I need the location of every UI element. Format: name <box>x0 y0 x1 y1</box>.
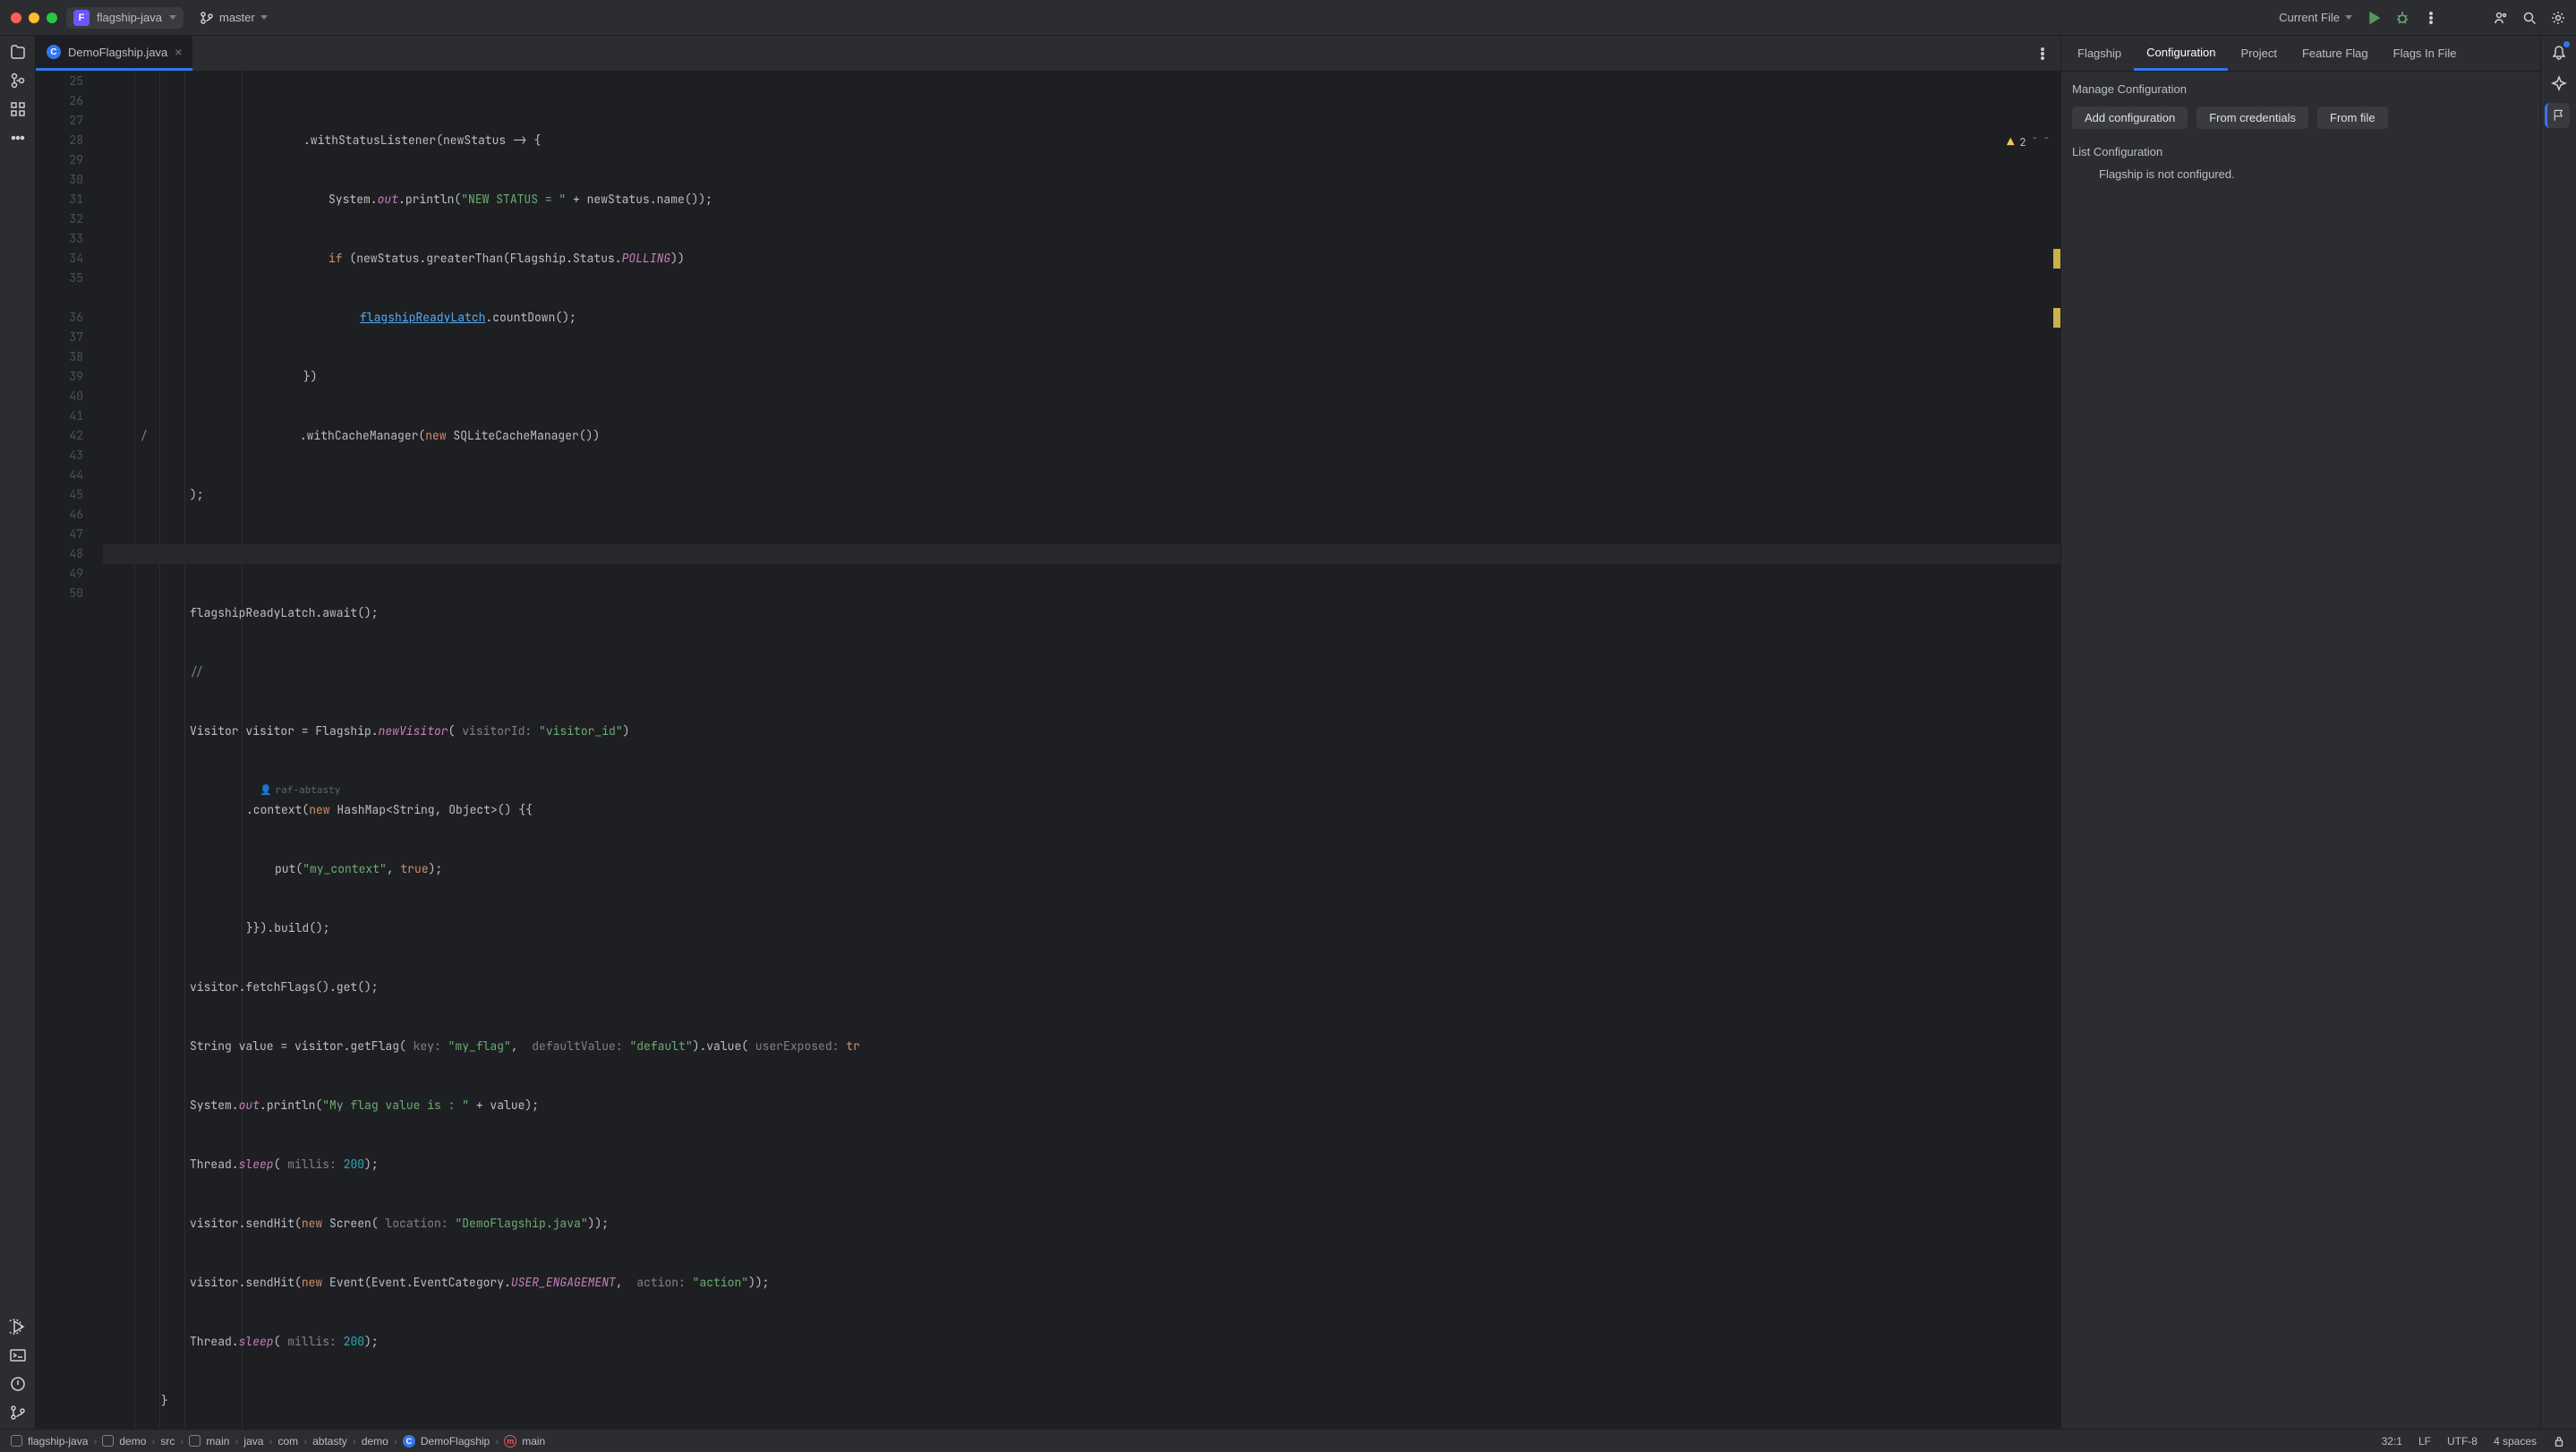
project-selector[interactable]: F flagship-java <box>66 7 183 29</box>
from-credentials-button[interactable]: From credentials <box>2196 107 2308 129</box>
run-config-label: Current File <box>2279 11 2340 24</box>
file-encoding[interactable]: UTF-8 <box>2447 1435 2478 1448</box>
tool-tab[interactable]: Flags In File <box>2381 36 2469 71</box>
right-tool-rail <box>2540 36 2576 1429</box>
notifications-icon[interactable] <box>2550 43 2568 64</box>
line-gutter: 2526272829303132333435363738394041424344… <box>36 72 103 1429</box>
indent-setting[interactable]: 4 spaces <box>2494 1435 2537 1448</box>
author-hint[interactable]: 👤raf-abtasty <box>103 781 340 800</box>
window-controls <box>11 13 57 23</box>
list-config-header: List Configuration <box>2072 140 2529 158</box>
chevron-up-icon[interactable]: ˆ <box>2032 132 2038 152</box>
cursor-line <box>103 544 2060 564</box>
branch-name: master <box>219 11 255 24</box>
terminal-tool-icon[interactable] <box>9 1346 27 1364</box>
line-separator[interactable]: LF <box>2418 1435 2431 1448</box>
cursor-position[interactable]: 32:1 <box>2382 1435 2402 1448</box>
services-tool-icon[interactable] <box>9 1318 27 1336</box>
add-configuration-button[interactable]: Add configuration <box>2072 107 2188 129</box>
manage-config-header: Manage Configuration <box>2072 79 2529 99</box>
maximize-window[interactable] <box>47 13 57 23</box>
ai-assistant-icon[interactable] <box>2550 74 2568 92</box>
status-bar: flagship-java›demo›src›main›java›com›abt… <box>0 1429 2576 1452</box>
warning-icon: ▲ <box>2007 132 2014 152</box>
more-icon[interactable] <box>2035 47 2050 61</box>
commit-tool-icon[interactable] <box>9 72 27 90</box>
from-file-button[interactable]: From file <box>2317 107 2388 129</box>
project-tool-icon[interactable] <box>9 43 27 61</box>
close-window[interactable] <box>11 13 21 23</box>
chevron-down-icon <box>169 15 176 20</box>
minimize-window[interactable] <box>29 13 39 23</box>
tab-close-icon[interactable]: × <box>175 45 182 59</box>
vcs-change-marker[interactable] <box>2053 308 2060 328</box>
chevron-down-icon <box>2345 15 2352 20</box>
tool-tab[interactable]: Flagship <box>2065 36 2134 71</box>
structure-tool-icon[interactable] <box>9 100 27 118</box>
editor-tabs: C DemoFlagship.java × <box>36 36 2060 72</box>
chevron-down-icon <box>260 15 268 20</box>
search-icon[interactable] <box>2522 11 2537 25</box>
titlebar: F flagship-java master Current File <box>0 0 2576 36</box>
editor-tab[interactable]: C DemoFlagship.java × <box>36 36 192 71</box>
settings-icon[interactable] <box>2551 11 2565 25</box>
code-with-me-icon[interactable] <box>2494 11 2508 25</box>
vcs-change-marker[interactable] <box>2053 249 2060 269</box>
problems-tool-icon[interactable] <box>9 1375 27 1393</box>
code-content[interactable]: .withStatusListener(newStatus -> { ▲ 2 ˆ… <box>103 72 2060 1429</box>
branch-icon <box>200 11 214 25</box>
run-icon[interactable] <box>2367 11 2381 25</box>
flagship-tool-button[interactable] <box>2545 103 2570 128</box>
more-tools-icon[interactable] <box>9 129 27 147</box>
empty-state-message: Flagship is not configured. <box>2072 158 2529 181</box>
project-name: flagship-java <box>97 11 162 24</box>
tab-filename: DemoFlagship.java <box>68 46 167 59</box>
tool-tab[interactable]: Configuration <box>2134 36 2228 71</box>
tool-tabs: FlagshipConfigurationProjectFeature Flag… <box>2061 36 2540 72</box>
project-icon: F <box>73 10 90 26</box>
debug-icon[interactable] <box>2395 11 2410 25</box>
vcs-tool-icon[interactable] <box>9 1404 27 1422</box>
inspection-widget[interactable]: ▲ 2 ˆ ˇ <box>2007 132 2050 152</box>
flagship-tool-window: FlagshipConfigurationProjectFeature Flag… <box>2061 36 2540 1429</box>
warning-count: 2 <box>2019 132 2026 152</box>
left-tool-rail <box>0 36 36 1429</box>
readonly-icon[interactable] <box>2553 1435 2565 1448</box>
run-config-selector[interactable]: Current File <box>2279 11 2352 24</box>
class-icon: C <box>47 45 61 59</box>
breadcrumbs[interactable]: flagship-java›demo›src›main›java›com›abt… <box>11 1435 545 1448</box>
editor[interactable]: 2526272829303132333435363738394041424344… <box>36 72 2060 1429</box>
tool-tab[interactable]: Project <box>2228 36 2289 71</box>
more-icon[interactable] <box>2424 11 2438 25</box>
vcs-branch-selector[interactable]: master <box>192 8 275 28</box>
tool-tab[interactable]: Feature Flag <box>2290 36 2381 71</box>
chevron-down-icon[interactable]: ˇ <box>2043 132 2050 152</box>
